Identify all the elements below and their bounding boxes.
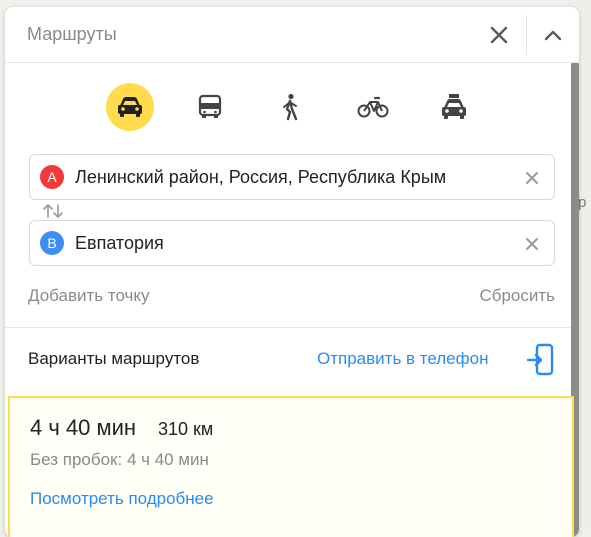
phone-send-icon[interactable] [527,343,555,377]
to-field[interactable]: B Евпатория [29,220,555,266]
mode-transit[interactable] [186,83,234,131]
close-button[interactable] [483,19,515,51]
panel-header: Маршруты [5,7,579,63]
taxi-icon [442,94,466,119]
map-label: р [578,194,587,211]
point-a-badge: A [40,165,64,189]
header-divider [526,15,527,55]
route-variants-title: Варианты маршрутов [28,349,200,368]
reset-button[interactable]: Сбросить [479,286,555,306]
section-divider [5,327,571,328]
car-icon [118,97,142,117]
point-b-badge: B [40,231,64,255]
mode-taxi[interactable] [430,83,478,131]
route-details-link[interactable]: Посмотреть подробнее [30,489,214,509]
routes-panel: Маршруты A Ленинский район, Россия, Респ… [5,7,579,537]
route-no-traffic-time: Без пробок: 4 ч 40 мин [30,450,209,469]
route-card[interactable]: 4 ч 40 мин 310 км Без пробок: 4 ч 40 мин… [8,396,574,537]
mode-bike[interactable] [349,83,397,131]
clear-to-icon[interactable] [524,236,540,252]
walk-icon [283,93,298,121]
bus-icon [198,94,222,118]
close-icon [490,26,508,44]
collapse-button[interactable] [537,19,569,51]
swap-icon[interactable] [42,203,64,219]
route-duration: 4 ч 40 мин [30,415,137,440]
from-field[interactable]: A Ленинский район, Россия, Республика Кр… [29,154,555,200]
add-point-button[interactable]: Добавить точку [28,286,150,306]
to-input[interactable]: Евпатория [75,233,164,254]
bike-icon [357,96,389,118]
panel-title: Маршруты [27,24,117,44]
transport-modes [5,83,571,133]
clear-from-icon[interactable] [524,170,540,186]
chevron-up-icon [544,30,562,41]
route-distance: 310 км [158,419,214,439]
send-to-phone-link[interactable]: Отправить в телефон [317,349,488,369]
from-input[interactable]: Ленинский район, Россия, Республика Крым [75,167,446,188]
mode-walk[interactable] [266,83,314,131]
mode-car[interactable] [106,83,154,131]
